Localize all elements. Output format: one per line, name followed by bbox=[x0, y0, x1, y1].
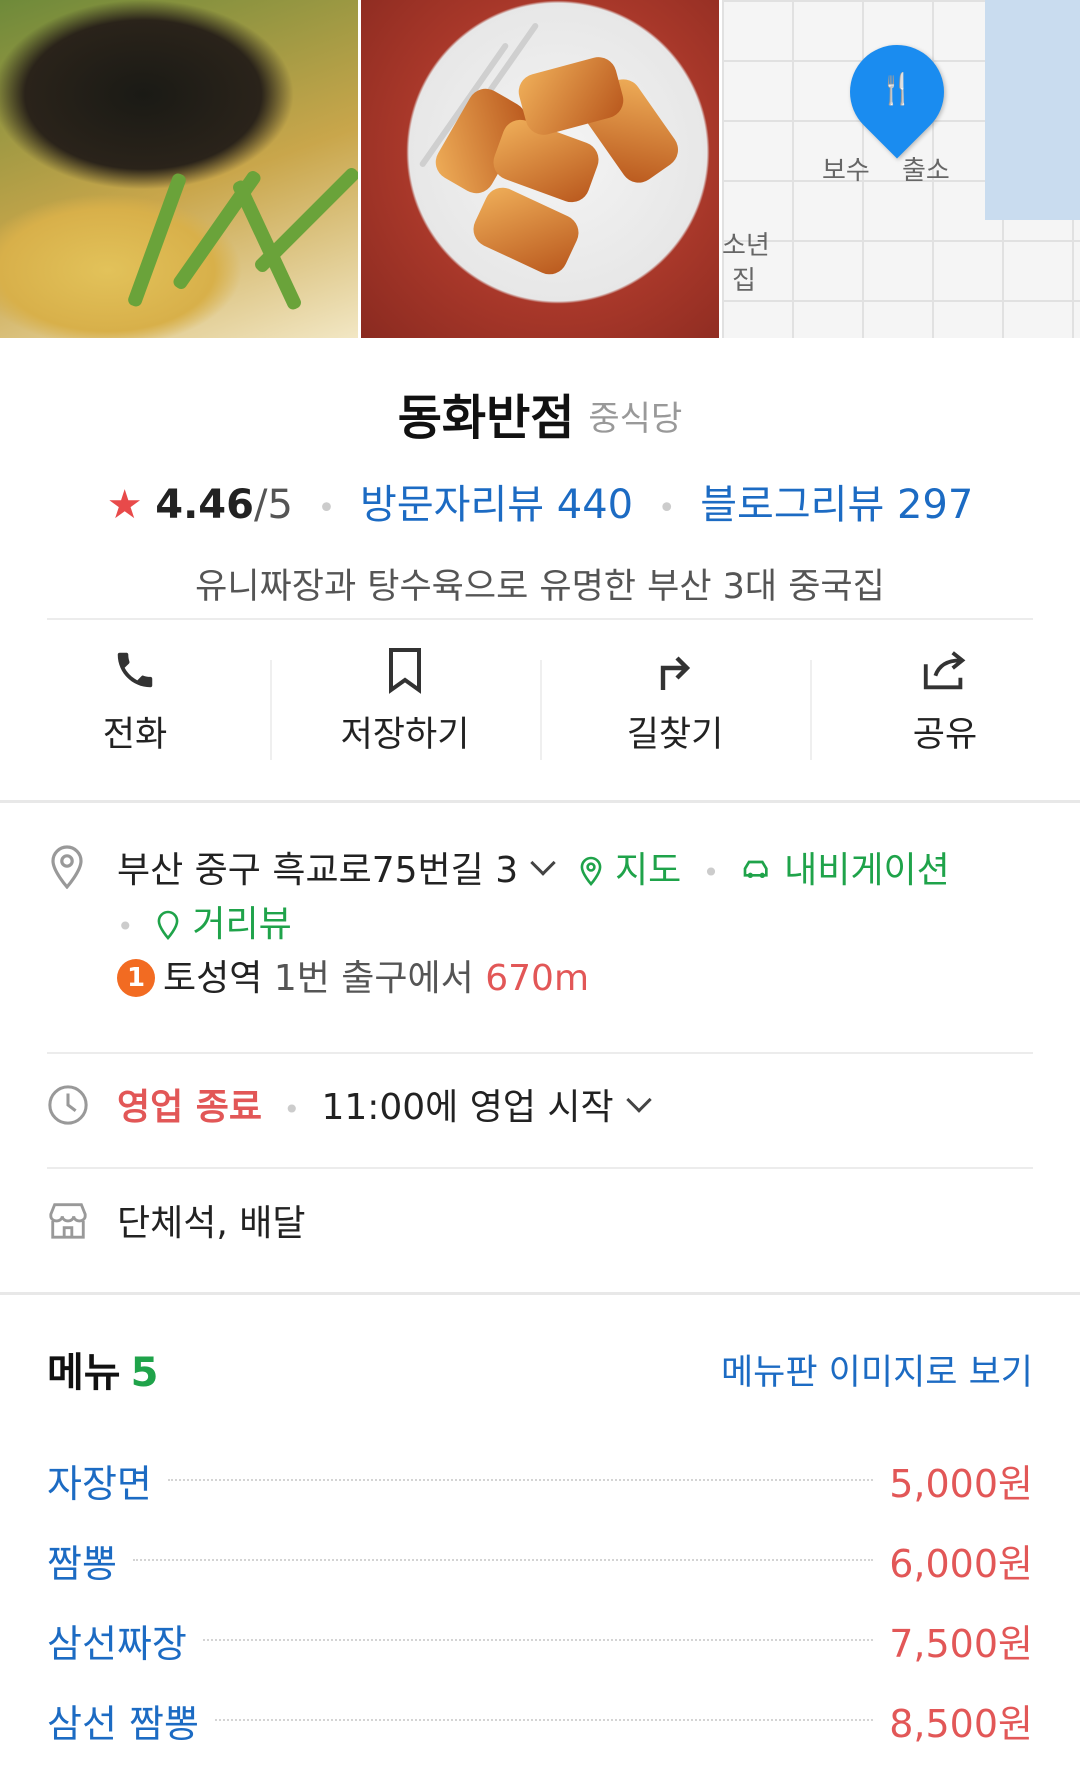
menu-item-name: 삼선짜장 bbox=[47, 1621, 187, 1666]
station-distance: 670m bbox=[485, 958, 590, 999]
rating-line: ★ 4.46/5 • 방문자리뷰 440 • 블로그리뷰 297 bbox=[106, 482, 974, 528]
hours-status: 영업 종료 bbox=[117, 1087, 263, 1128]
place-name: 동화반점 bbox=[397, 390, 575, 446]
divider bbox=[47, 1052, 1033, 1054]
photo-tangsuyuk[interactable] bbox=[361, 0, 719, 338]
menu-item-name: 자장면 bbox=[47, 1461, 152, 1506]
menu-count: 5 bbox=[130, 1350, 159, 1396]
visitor-reviews-link[interactable]: 방문자리뷰 440 bbox=[360, 482, 633, 528]
hours-next: 11:00에 영업 시작 bbox=[321, 1087, 614, 1128]
menu-item-price: 6,000원 bbox=[889, 1541, 1033, 1586]
clock-icon bbox=[47, 1084, 88, 1128]
subway-line-badge: 1 bbox=[117, 959, 155, 997]
menu-dots bbox=[214, 1719, 874, 1721]
menu-item[interactable]: 삼선 짬뽕 8,500원 bbox=[47, 1680, 1033, 1760]
bookmark-icon bbox=[270, 640, 540, 700]
directions-label: 길찾기 bbox=[626, 715, 724, 755]
navigation-link[interactable]: 내비게이션 bbox=[741, 850, 950, 891]
menu-image-link[interactable]: 메뉴판 이미지로 보기 bbox=[721, 1344, 1033, 1395]
street-view-label: 거리뷰 bbox=[192, 904, 292, 945]
chevron-down-icon[interactable] bbox=[625, 1087, 652, 1113]
photo-jajangmyeon[interactable] bbox=[0, 0, 358, 338]
station-name: 토성역 bbox=[163, 958, 263, 999]
menu-header: 메뉴 5 메뉴판 이미지로 보기 bbox=[47, 1340, 1033, 1400]
share-button[interactable]: 공유 bbox=[810, 640, 1080, 770]
car-icon bbox=[743, 860, 768, 878]
navigation-link-label: 내비게이션 bbox=[784, 850, 950, 891]
menu-item[interactable]: 삼선짜장 7,500원 bbox=[47, 1600, 1033, 1680]
divider bbox=[47, 1167, 1033, 1169]
map-label: 보수 bbox=[822, 156, 870, 186]
facilities-row: 단체석, 배달 bbox=[47, 1200, 1033, 1260]
directions-icon bbox=[540, 640, 810, 700]
menu-item-price: 5,000원 bbox=[889, 1461, 1033, 1506]
fork-knife-icon: 🍴 bbox=[878, 72, 916, 107]
address-row: 부산 중구 흑교로75번길 3 지도 • 내비게이션 • 거리뷰 1 토성역 1번… bbox=[47, 845, 1033, 1025]
chevron-down-icon[interactable] bbox=[530, 850, 556, 876]
menu-item-name: 짬뽕 bbox=[47, 1541, 117, 1586]
menu-title: 메뉴 5 bbox=[47, 1340, 158, 1398]
store-icon bbox=[47, 1200, 87, 1244]
call-label: 전화 bbox=[102, 715, 168, 755]
facilities-text: 단체석, 배달 bbox=[117, 1203, 306, 1244]
action-bar: 전화 저장하기 길찾기 공유 bbox=[0, 640, 1080, 770]
menu-item[interactable]: 짬뽕 6,000원 bbox=[47, 1520, 1033, 1600]
divider bbox=[47, 618, 1033, 620]
share-label: 공유 bbox=[912, 715, 978, 755]
menu-list: 자장면 5,000원 짬뽕 6,000원 삼선짜장 7,500원 삼선 짬뽕 8… bbox=[47, 1440, 1033, 1760]
rating-max: /5 bbox=[253, 482, 293, 528]
phone-icon bbox=[0, 640, 270, 700]
place-category: 중식당 bbox=[588, 399, 683, 439]
rating-score: 4.46 bbox=[155, 482, 254, 528]
menu-dots bbox=[202, 1639, 874, 1641]
menu-item-price: 8,500원 bbox=[889, 1701, 1033, 1746]
blog-reviews-link[interactable]: 블로그리뷰 297 bbox=[700, 482, 973, 528]
map-water bbox=[985, 0, 1080, 220]
station-exit: 1번 출구에서 bbox=[273, 958, 474, 999]
location-pin-icon bbox=[47, 845, 87, 890]
map-link[interactable]: 지도 bbox=[578, 850, 693, 891]
location-pin-icon bbox=[580, 856, 601, 886]
menu-item-price: 7,500원 bbox=[889, 1621, 1033, 1666]
map-link-label: 지도 bbox=[615, 850, 682, 891]
photo-strip: 🍴 보수 출소 소년 집 bbox=[0, 0, 1080, 338]
menu-item[interactable]: 자장면 5,000원 bbox=[47, 1440, 1033, 1520]
place-tagline: 유니짜장과 탕수육으로 유명한 부산 3대 중국집 bbox=[195, 567, 885, 607]
place-header: 동화반점 중식당 ★ 4.46/5 • 방문자리뷰 440 • 블로그리뷰 29… bbox=[0, 378, 1080, 609]
menu-dots bbox=[132, 1559, 874, 1561]
street-view-icon bbox=[157, 910, 179, 940]
call-button[interactable]: 전화 bbox=[0, 640, 270, 770]
share-icon bbox=[810, 640, 1080, 700]
street-view-link[interactable]: 거리뷰 bbox=[155, 904, 292, 945]
section-divider bbox=[0, 800, 1080, 803]
map-label: 소년 bbox=[722, 231, 770, 261]
section-divider bbox=[0, 1292, 1080, 1295]
hours-row[interactable]: 영업 종료 • 11:00에 영업 시작 bbox=[47, 1084, 1033, 1144]
menu-title-label: 메뉴 bbox=[47, 1350, 121, 1396]
menu-dots bbox=[167, 1479, 874, 1481]
save-button[interactable]: 저장하기 bbox=[270, 640, 540, 770]
map-label: 집 bbox=[732, 266, 756, 296]
menu-item-name: 삼선 짬뽕 bbox=[47, 1701, 199, 1746]
map-label: 출소 bbox=[902, 156, 950, 186]
directions-button[interactable]: 길찾기 bbox=[540, 640, 810, 770]
star-icon: ★ bbox=[106, 482, 143, 528]
save-label: 저장하기 bbox=[340, 715, 470, 755]
photo-map[interactable]: 🍴 보수 출소 소년 집 bbox=[722, 0, 1080, 338]
address-text[interactable]: 부산 중구 흑교로75번길 3 bbox=[117, 850, 518, 891]
